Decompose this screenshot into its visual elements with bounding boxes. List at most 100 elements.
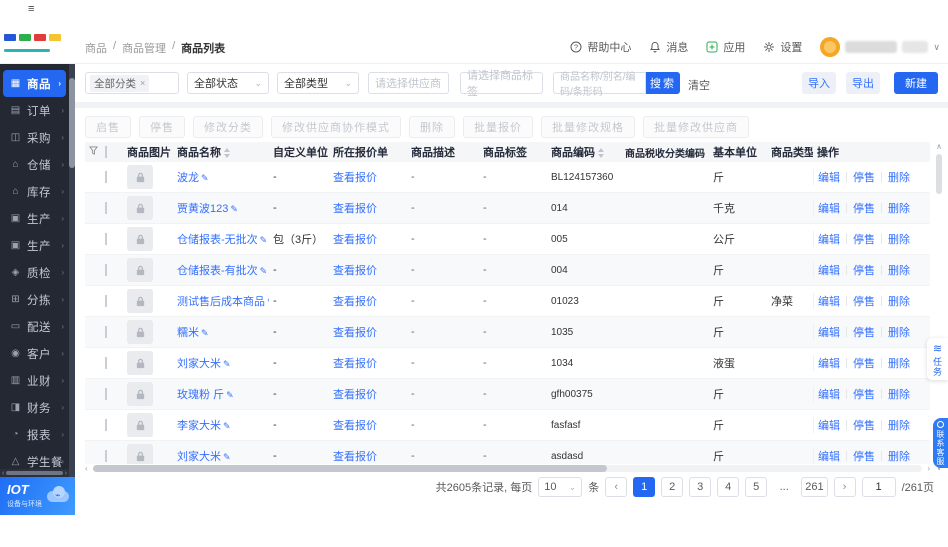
- stop-sale-row-link[interactable]: 停售: [853, 169, 875, 185]
- sidebar-item[interactable]: ⊞ 分拣 ›: [0, 286, 69, 313]
- edit-row-link[interactable]: 编辑: [818, 262, 840, 278]
- sidebar-item[interactable]: ⌂ 仓储 ›: [0, 151, 69, 178]
- view-quote-link[interactable]: 查看报价: [333, 420, 377, 432]
- product-image-placeholder[interactable]: [127, 320, 153, 344]
- stop-sale-row-link[interactable]: 停售: [853, 262, 875, 278]
- row-checkbox[interactable]: [105, 357, 107, 369]
- stop-sale-row-link[interactable]: 停售: [853, 386, 875, 402]
- row-checkbox[interactable]: [105, 295, 107, 307]
- view-quote-link[interactable]: 查看报价: [333, 172, 377, 184]
- row-checkbox[interactable]: [105, 202, 107, 214]
- row-checkbox[interactable]: [105, 233, 107, 245]
- sidebar-item[interactable]: ◨ 财务 ›: [0, 394, 69, 421]
- bulk-action-button[interactable]: 批量报价: [463, 116, 533, 138]
- column-header[interactable]: 商品编码: [547, 144, 621, 160]
- delete-row-link[interactable]: 删除: [888, 324, 910, 340]
- product-name-link[interactable]: 糯米: [177, 327, 199, 339]
- product-name-link[interactable]: 李家大米: [177, 420, 221, 432]
- product-image-placeholder[interactable]: [127, 413, 153, 437]
- apps-button[interactable]: 应用: [706, 39, 745, 55]
- edit-row-link[interactable]: 编辑: [818, 231, 840, 247]
- remove-tag-icon[interactable]: ×: [140, 78, 145, 88]
- product-name-link[interactable]: 贾黄波123: [177, 203, 228, 215]
- product-name-link[interactable]: 仓储报表-无批次: [177, 234, 258, 246]
- edit-name-icon[interactable]: ✎: [230, 204, 238, 214]
- delete-row-link[interactable]: 删除: [888, 231, 910, 247]
- bulk-action-button[interactable]: 修改分类: [193, 116, 263, 138]
- edit-row-link[interactable]: 编辑: [818, 169, 840, 185]
- delete-row-link[interactable]: 删除: [888, 200, 910, 216]
- view-quote-link[interactable]: 查看报价: [333, 358, 377, 370]
- product-image-placeholder[interactable]: [127, 382, 153, 406]
- stop-sale-row-link[interactable]: 停售: [853, 448, 875, 464]
- edit-name-icon[interactable]: ✎: [260, 235, 268, 245]
- customer-service-tab[interactable]: 联系客服: [933, 418, 948, 468]
- hscroll-thumb[interactable]: [93, 464, 607, 472]
- sidebar-item[interactable]: ◈ 质检 ›: [0, 259, 69, 286]
- keyword-search-input[interactable]: 商品名称/别名/编码/条形码: [553, 72, 646, 98]
- page-button[interactable]: 3: [689, 477, 712, 497]
- edit-name-icon[interactable]: ✎: [201, 173, 209, 183]
- edit-name-icon[interactable]: ✎: [226, 390, 234, 400]
- delete-row-link[interactable]: 删除: [888, 262, 910, 278]
- sort-icon[interactable]: [224, 148, 230, 159]
- page-jump-input[interactable]: [861, 477, 896, 497]
- stop-sale-row-link[interactable]: 停售: [853, 417, 875, 433]
- product-name-link[interactable]: 刘家大米: [177, 451, 221, 463]
- view-quote-link[interactable]: 查看报价: [333, 203, 377, 215]
- bulk-action-button[interactable]: 修改供应商协作模式: [271, 116, 401, 138]
- sidebar-item[interactable]: ◉ 客户 ›: [0, 340, 69, 367]
- breadcrumb-item[interactable]: 商品管理: [122, 40, 166, 56]
- status-select[interactable]: 全部状态 ⌄: [187, 72, 269, 94]
- delete-row-link[interactable]: 删除: [888, 355, 910, 371]
- product-image-placeholder[interactable]: [127, 196, 153, 220]
- bulk-action-button[interactable]: 启售: [85, 116, 131, 138]
- help-center-button[interactable]: ? 帮助中心: [570, 39, 631, 55]
- delete-row-link[interactable]: 删除: [888, 448, 910, 464]
- iot-module-banner[interactable]: IOT 设备与环境 ⌁: [0, 477, 75, 515]
- search-button[interactable]: 搜索: [646, 72, 680, 94]
- sidebar-item[interactable]: ▣ 生产 ›: [0, 205, 69, 232]
- bulk-action-button[interactable]: 停售: [139, 116, 185, 138]
- sidebar-item[interactable]: ⌂ 库存 ›: [0, 178, 69, 205]
- next-page-button[interactable]: ›: [833, 477, 856, 497]
- user-menu[interactable]: ∨: [820, 37, 940, 57]
- scroll-right-icon[interactable]: ›: [922, 464, 930, 473]
- product-tag-input[interactable]: 请选择商品标签: [460, 70, 543, 98]
- view-quote-link[interactable]: 查看报价: [333, 389, 377, 401]
- page-button[interactable]: 2: [661, 477, 684, 497]
- product-name-link[interactable]: 玫瑰粉 斤: [177, 389, 224, 401]
- import-button[interactable]: 导入: [802, 72, 836, 94]
- scroll-up-icon[interactable]: ∧: [934, 142, 944, 151]
- edit-row-link[interactable]: 编辑: [818, 200, 840, 216]
- edit-row-link[interactable]: 编辑: [818, 386, 840, 402]
- edit-row-link[interactable]: 编辑: [818, 417, 840, 433]
- sidebar-item[interactable]: ▤ 订单 ›: [0, 97, 69, 124]
- sidebar-hscrollbar[interactable]: ‹ ›: [0, 469, 69, 477]
- vscroll-thumb[interactable]: [936, 154, 942, 194]
- product-image-placeholder[interactable]: [127, 258, 153, 282]
- supplier-input[interactable]: 请选择供应商: [368, 72, 449, 94]
- product-name-link[interactable]: 刘家大米: [177, 358, 221, 370]
- edit-name-icon[interactable]: ✎: [223, 359, 231, 369]
- stop-sale-row-link[interactable]: 停售: [853, 293, 875, 309]
- edit-row-link[interactable]: 编辑: [818, 324, 840, 340]
- view-quote-link[interactable]: 查看报价: [333, 234, 377, 246]
- breadcrumb-item[interactable]: 商品: [85, 40, 107, 56]
- create-button[interactable]: 新建: [894, 72, 938, 94]
- sidebar-item[interactable]: ▦ 商品 ›: [3, 70, 66, 97]
- bulk-action-button[interactable]: 批量修改规格: [541, 116, 635, 138]
- edit-row-link[interactable]: 编辑: [818, 448, 840, 464]
- select-all-checkbox[interactable]: [105, 146, 107, 158]
- product-image-placeholder[interactable]: [127, 289, 153, 313]
- row-checkbox[interactable]: [105, 171, 107, 183]
- edit-row-link[interactable]: 编辑: [818, 355, 840, 371]
- page-button[interactable]: 261: [801, 477, 828, 497]
- export-button[interactable]: 导出: [846, 72, 880, 94]
- row-checkbox[interactable]: [105, 326, 107, 338]
- edit-name-icon[interactable]: ✎: [223, 421, 231, 431]
- sidebar-item[interactable]: ◔ 报表 ›: [0, 421, 69, 448]
- category-multiselect[interactable]: 全部分类 ×: [85, 72, 179, 94]
- sidebar-item[interactable]: ▥ 业财 ›: [0, 367, 69, 394]
- type-select[interactable]: 全部类型 ⌄: [277, 72, 359, 94]
